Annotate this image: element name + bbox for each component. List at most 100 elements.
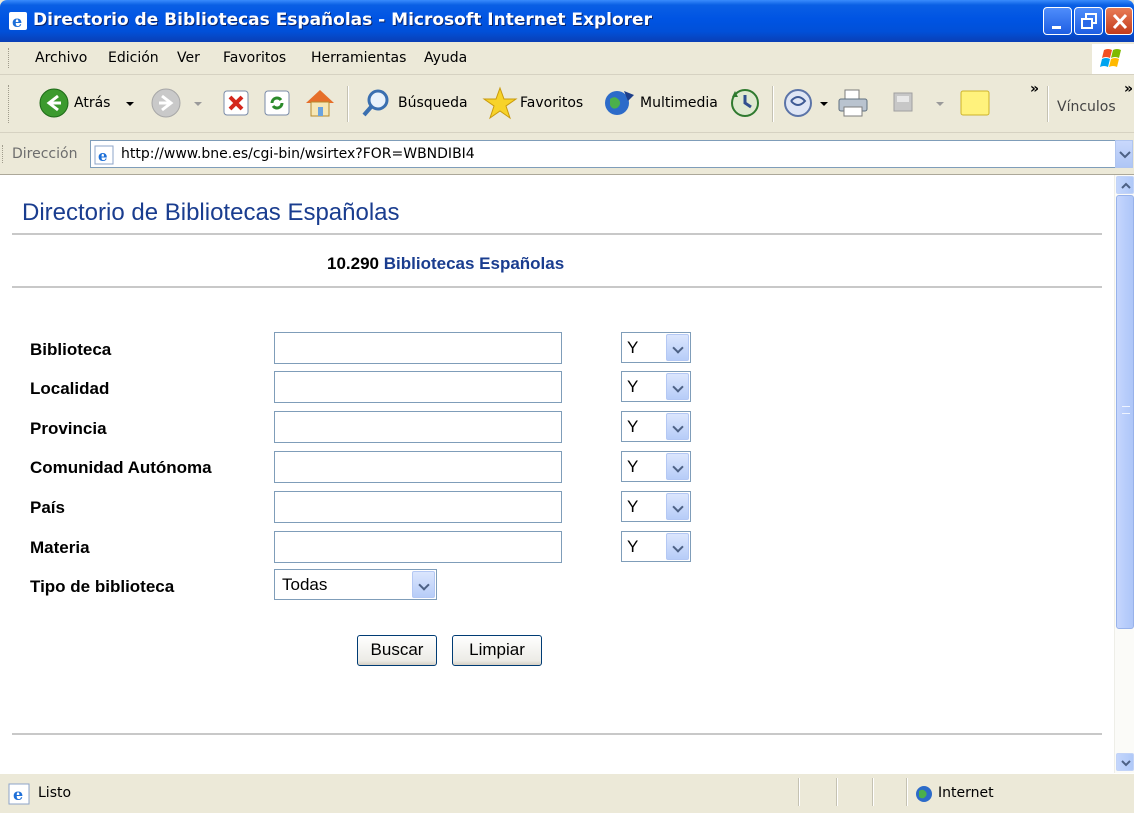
discuss-button[interactable]	[958, 88, 992, 118]
chevron-down-icon[interactable]	[666, 373, 689, 400]
back-button[interactable]: Atrás	[38, 87, 138, 121]
biblioteca-operator-select[interactable]: Y	[621, 332, 691, 363]
favorites-star-icon	[482, 86, 518, 120]
divider	[12, 733, 1102, 735]
page-content: Directorio de Bibliotecas Españolas 10.2…	[0, 175, 1114, 773]
home-icon	[306, 90, 334, 117]
field-label-tipo: Tipo de biblioteca	[30, 577, 175, 596]
chevron-down-icon	[1119, 151, 1131, 159]
comunidad-input[interactable]	[274, 451, 562, 483]
history-icon	[731, 89, 759, 117]
stop-button[interactable]	[222, 89, 250, 117]
chevron-down-icon[interactable]	[666, 413, 689, 440]
address-input[interactable]: e http://www.bne.es/cgi-bin/wsirtex?FOR=…	[90, 140, 1116, 168]
edit-button[interactable]	[892, 91, 948, 119]
window-title: Directorio de Bibliotecas Españolas - Mi…	[33, 10, 652, 30]
toolbar-separator	[772, 86, 774, 122]
back-dropdown-icon[interactable]	[126, 102, 134, 106]
close-button[interactable]	[1105, 7, 1133, 35]
clear-button[interactable]: Limpiar	[452, 635, 542, 666]
svg-text:e: e	[12, 12, 22, 31]
media-label: Multimedia	[640, 95, 718, 111]
edit-page-icon	[893, 92, 913, 112]
search-icon	[362, 89, 389, 117]
localidad-input[interactable]	[274, 371, 562, 403]
address-dropdown-button[interactable]	[1115, 140, 1133, 168]
menu-ver[interactable]: Ver	[177, 50, 200, 66]
scroll-thumb[interactable]	[1116, 195, 1134, 629]
provincia-operator-select[interactable]: Y	[621, 411, 691, 442]
chevron-down-icon[interactable]	[412, 571, 435, 598]
favorites-label: Favoritos	[520, 95, 584, 111]
links-label[interactable]: Vínculos	[1057, 99, 1116, 115]
library-type-select[interactable]: Todas	[274, 569, 437, 600]
localidad-operator-select[interactable]: Y	[621, 371, 691, 402]
page-title: Directorio de Bibliotecas Españolas	[22, 199, 400, 226]
library-count: 10.290 Bibliotecas Españolas	[327, 254, 564, 274]
menu-grip[interactable]	[8, 48, 11, 68]
search-submit-button[interactable]: Buscar	[357, 635, 437, 666]
mail-button[interactable]	[782, 87, 832, 121]
pais-operator-select[interactable]: Y	[621, 491, 691, 522]
library-count-number: 10.290	[327, 254, 379, 273]
chevron-down-icon[interactable]	[666, 493, 689, 520]
history-button[interactable]	[728, 87, 762, 119]
menu-ayuda[interactable]: Ayuda	[424, 50, 467, 66]
printer-icon	[838, 89, 868, 117]
operator-value: Y	[627, 377, 639, 396]
print-button[interactable]	[836, 87, 870, 119]
window-titlebar[interactable]: e Directorio de Bibliotecas Españolas - …	[0, 0, 1134, 42]
chevron-down-icon[interactable]	[666, 533, 689, 560]
sticky-note-icon	[960, 90, 990, 116]
home-button[interactable]	[303, 87, 337, 119]
refresh-button[interactable]	[263, 89, 291, 117]
security-zone-text: Internet	[938, 785, 994, 801]
forward-arrow-icon	[151, 88, 181, 118]
operator-value: Y	[627, 417, 639, 436]
links-overflow-chevron[interactable]: »	[1124, 81, 1133, 97]
chevron-up-icon	[1121, 182, 1131, 189]
menu-bar: Archivo Edición Ver Favoritos Herramient…	[0, 42, 1134, 75]
divider	[12, 286, 1102, 288]
vertical-scrollbar[interactable]	[1114, 175, 1134, 773]
back-arrow-icon	[39, 88, 69, 118]
address-url: http://www.bne.es/cgi-bin/wsirtex?FOR=WB…	[121, 146, 475, 162]
toolbar-separator	[347, 86, 349, 122]
edit-dropdown-icon[interactable]	[936, 102, 944, 106]
search-label: Búsqueda	[398, 95, 468, 111]
toolbar-grip[interactable]	[8, 85, 11, 123]
status-separator	[798, 778, 800, 806]
chevron-down-icon[interactable]	[666, 453, 689, 480]
pais-input[interactable]	[274, 491, 562, 523]
status-text: Listo	[38, 785, 72, 801]
menu-herramientas[interactable]: Herramientas	[311, 50, 406, 66]
materia-input[interactable]	[274, 531, 562, 563]
minimize-button[interactable]	[1043, 7, 1072, 35]
forward-dropdown-icon[interactable]	[194, 102, 202, 106]
menu-archivo[interactable]: Archivo	[35, 50, 87, 66]
mail-icon	[784, 89, 812, 117]
scroll-down-button[interactable]	[1116, 753, 1134, 771]
favorites-button[interactable]: Favoritos	[482, 85, 600, 121]
media-button[interactable]: Multimedia	[602, 85, 720, 121]
page-ie-icon: e	[8, 783, 30, 805]
toolbar-overflow-chevron[interactable]: »	[1030, 81, 1039, 97]
menu-edicion[interactable]: Edición	[108, 50, 159, 66]
field-label-pais: País	[30, 498, 65, 517]
chevron-down-icon[interactable]	[666, 334, 689, 361]
restore-button[interactable]	[1074, 7, 1103, 35]
internet-explorer-icon: e	[9, 12, 27, 31]
forward-button[interactable]	[150, 87, 208, 121]
search-button[interactable]: Búsqueda	[360, 87, 480, 121]
address-grip[interactable]	[2, 145, 5, 163]
menu-favoritos[interactable]: Favoritos	[223, 50, 286, 66]
mail-dropdown-icon[interactable]	[820, 102, 828, 106]
internet-zone-globe-icon	[916, 786, 932, 802]
comunidad-operator-select[interactable]: Y	[621, 451, 691, 482]
minimize-icon	[1052, 26, 1061, 29]
scroll-up-button[interactable]	[1116, 176, 1134, 194]
biblioteca-input[interactable]	[274, 332, 562, 364]
svg-text:e: e	[98, 147, 108, 165]
provincia-input[interactable]	[274, 411, 562, 443]
materia-operator-select[interactable]: Y	[621, 531, 691, 562]
